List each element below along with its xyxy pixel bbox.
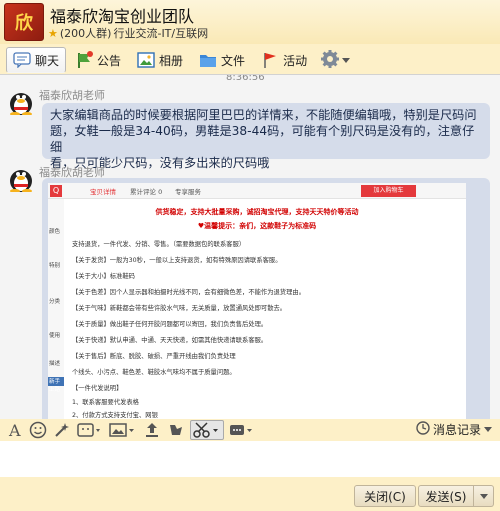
- image-side-label: 分类: [49, 299, 61, 305]
- upload-icon[interactable]: [142, 420, 162, 440]
- settings-menu[interactable]: [316, 49, 354, 72]
- image-headline: ♥温馨提示：亲们，这款鞋子为标准码: [197, 222, 317, 230]
- svg-text:A: A: [8, 421, 21, 439]
- message-sender[interactable]: 福泰欣胡老师: [39, 87, 105, 103]
- album-icon: [137, 51, 155, 69]
- image-text-line: 【关于售后】断底、脱胶、破损、严重开线由我们负责处理: [72, 353, 236, 360]
- magic-emoji-icon[interactable]: [52, 420, 72, 440]
- tab-announcement[interactable]: 公告: [68, 47, 128, 73]
- announcement-icon: [75, 51, 94, 69]
- image-headline: 供货稳定，支持大批量采购，诚招淘宝代理，支持天天特价等活动: [155, 208, 359, 216]
- chat-icon: [13, 51, 31, 69]
- tab-label: 相册: [159, 53, 184, 68]
- screenshot-icon[interactable]: [190, 420, 224, 440]
- member-count: (200人群): [59, 27, 112, 40]
- image-side-label: 描述: [49, 361, 61, 367]
- group-header: 欣 福泰欣淘宝创业团队 ★ (200人群) 行业交流-IT/互联网: [0, 0, 500, 44]
- image-text-line: 【关于色差】因个人显示器和拍摄时光线不同，会有细微色差，不能作为退货理由。: [72, 289, 305, 296]
- tab-files[interactable]: 文件: [192, 47, 252, 73]
- history-label: 消息记录: [432, 423, 481, 437]
- image-text-line: 【关于质量】做出鞋子任何开胶问题都可以寄回，我们负责售后处理。: [72, 321, 268, 328]
- chevron-down-icon: [342, 57, 351, 63]
- image-side-label: 特别: [49, 263, 61, 269]
- image-text-line: 【关于发货】一般为30秒，一般以上支持退货，如有特殊原因请联系客服。: [72, 257, 282, 264]
- more-tools-icon[interactable]: [228, 420, 256, 440]
- image-text-line: 【一件代发说明】: [72, 385, 123, 392]
- image-text-line: 支持退货，一件代发、分销、零售。（需要数据包的联系客服）: [72, 241, 246, 248]
- folder-icon: [199, 51, 217, 69]
- message-history-button[interactable]: 消息记录: [416, 421, 492, 438]
- gear-icon: [320, 49, 340, 72]
- send-options-button[interactable]: [474, 485, 494, 507]
- message-line: 大家编辑商品的时候要根据阿里巴巴的详情来，不能随便编辑哦，特别是尺码问: [50, 108, 477, 122]
- emoji-icon[interactable]: [28, 420, 48, 440]
- tab-events[interactable]: 活动: [254, 47, 314, 73]
- image-cart-button: 加入购物车: [361, 185, 416, 197]
- chat-area[interactable]: 8:36:56 福泰欣胡老师 大家编辑商品的时候要根据阿里巴巴的详情来，不能随便…: [0, 74, 500, 419]
- tab-bar: 聊天 公告 相册 文件 活动: [0, 46, 500, 74]
- send-button[interactable]: 发送(S): [418, 485, 474, 507]
- image-text-line: 【关于大小】标准鞋码: [72, 273, 135, 280]
- flag-icon: [261, 51, 279, 69]
- message-input[interactable]: [0, 441, 500, 477]
- tab-label: 文件: [221, 53, 246, 68]
- message-bubble[interactable]: Q 宝贝详情 累计评论 0 专享服务 加入购物车 颜色 特别 分类 使用 描述 …: [42, 178, 490, 419]
- clock-icon: [416, 421, 430, 438]
- image-side-highlight: 新手上路: [48, 377, 64, 393]
- group-category[interactable]: 行业交流-IT/互联网: [113, 25, 208, 41]
- image-tab: 专享服务: [175, 188, 201, 196]
- avatar[interactable]: [8, 87, 34, 116]
- group-logo[interactable]: 欣: [4, 3, 44, 41]
- image-tab: 累计评论 0: [130, 188, 163, 196]
- image-tab-bar: Q 宝贝详情 累计评论 0 专享服务 加入购物车: [48, 183, 466, 199]
- image-tab: 宝贝详情: [90, 188, 116, 196]
- message-bubble[interactable]: 大家编辑商品的时候要根据阿里巴巴的详情来，不能随便编辑哦，特别是尺码问 题，女鞋…: [42, 103, 490, 170]
- chevron-down-icon: [479, 493, 488, 499]
- shared-image[interactable]: Q 宝贝详情 累计评论 0 专享服务 加入购物车 颜色 特别 分类 使用 描述 …: [48, 183, 466, 419]
- message-line: 看，只可能少尺码，没有多出来的尺码哦: [50, 156, 270, 170]
- image-text-line: 【关于气味】新鞋都会带有些许胶水气味，无关质量，放置通风处即可散去。: [72, 305, 287, 312]
- font-icon[interactable]: A: [6, 420, 24, 440]
- message-line: 题，女鞋一般是34-40码，男鞋是38-44码，可能有个别尺码是没有的，注意仔细: [50, 124, 475, 154]
- chevron-down-icon: [484, 427, 492, 432]
- tab-album[interactable]: 相册: [130, 47, 190, 73]
- image-sidebar: 颜色 特别 分类 使用 描述 新手上路: [48, 199, 64, 419]
- image-icon[interactable]: [108, 420, 138, 440]
- tab-label: 公告: [97, 53, 122, 68]
- close-button[interactable]: 关闭(C): [354, 485, 416, 507]
- logo-text: 欣: [15, 13, 33, 34]
- image-text-line: 个线头、小污点、鞋色差、鞋胶水气味均不属于质量问题。: [72, 369, 236, 376]
- tab-chat[interactable]: 聊天: [6, 47, 67, 73]
- message-timestamp: 8:36:56: [226, 74, 265, 83]
- image-text-line: 1、联系客服要代发表格: [72, 399, 139, 406]
- avatar[interactable]: [8, 164, 34, 193]
- shake-icon[interactable]: [166, 420, 186, 440]
- image-side-label: 使用: [49, 333, 61, 339]
- tab-label: 活动: [283, 53, 308, 68]
- group-name[interactable]: 福泰欣淘宝创业团队: [50, 3, 194, 27]
- sticker-icon[interactable]: [76, 420, 104, 440]
- image-text-line: 【关于快递】默认申通、中通、天天快递，如需其他快递请联系客服。: [72, 337, 268, 344]
- image-text-line: 2、付款方式支持支付宝、网银: [72, 412, 158, 419]
- image-search-icon: Q: [50, 185, 62, 197]
- star-icon: ★: [48, 26, 58, 40]
- group-meta: ★ (200人群) 行业交流-IT/互联网: [48, 25, 208, 41]
- tab-label: 聊天: [35, 53, 60, 68]
